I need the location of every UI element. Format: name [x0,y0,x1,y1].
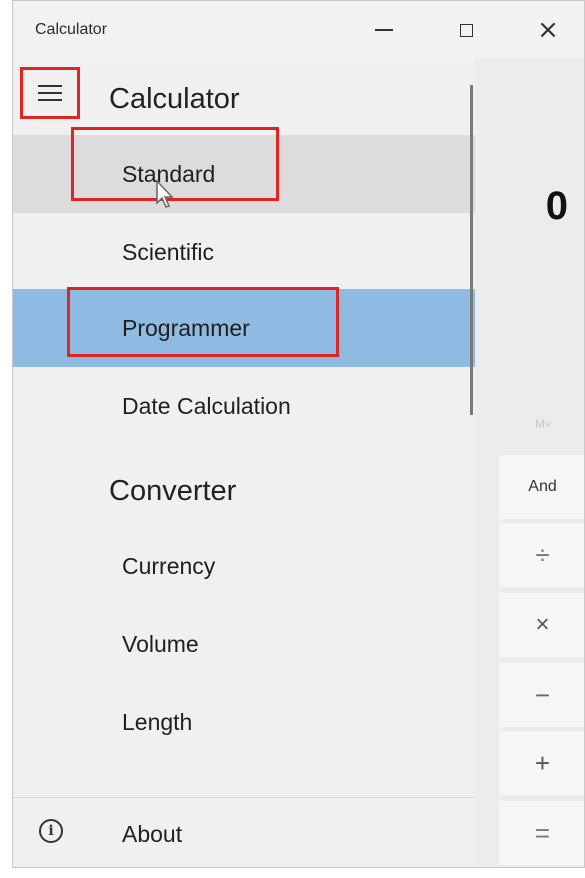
equals-button[interactable]: = [499,799,584,865]
maximize-button[interactable] [431,1,501,59]
nav-item-date-calculation[interactable]: Date Calculation [13,367,475,445]
drawer-title-calculator: Calculator [109,83,240,115]
window-title: Calculator [35,21,108,38]
nav-item-label: Scientific [122,239,215,265]
and-button[interactable]: And [499,453,584,519]
hamburger-icon-line [38,92,62,94]
section-title-converter: Converter [109,475,237,507]
nav-item-currency[interactable]: Currency [13,527,475,605]
nav-item-label: Date Calculation [122,393,291,419]
navigation-drawer: Calculator Standard Scientific Programme… [13,59,475,867]
add-button[interactable]: + [499,729,584,795]
nav-item-scientific[interactable]: Scientific [13,213,475,291]
desktop-background-bottom [0,868,585,878]
nav-item-label: About [122,821,183,847]
mouse-pointer-icon [156,179,174,208]
result-display: 0 [545,184,568,228]
drawer-divider [13,797,475,798]
divide-button[interactable]: ÷ [499,521,584,587]
hamburger-icon-line [38,85,62,87]
close-button[interactable]: × [513,1,583,59]
nav-item-length[interactable]: Length [13,683,475,761]
memory-list-button[interactable]: M˅ [535,417,552,431]
nav-item-label: Volume [122,631,199,657]
nav-item-volume[interactable]: Volume [13,605,475,683]
minimize-button[interactable] [349,1,419,59]
info-icon: i [39,819,63,843]
hamburger-menu-button[interactable] [20,67,80,119]
title-bar: Calculator × [13,1,584,59]
nav-item-label: Length [122,709,193,735]
maximize-icon [459,23,473,37]
multiply-button[interactable]: × [499,591,584,657]
calculator-window: Calculator × 0 M˅ And ÷ × − + = Calculat… [12,0,585,868]
drawer-scrollbar[interactable] [470,85,473,415]
nav-item-label: Currency [122,553,216,579]
subtract-button[interactable]: − [499,661,584,727]
close-icon: × [537,15,559,45]
highlight-box-programmer [67,287,339,357]
hamburger-icon-line [38,99,62,101]
minimize-icon [375,29,393,31]
nav-item-about[interactable]: i About [13,799,475,867]
